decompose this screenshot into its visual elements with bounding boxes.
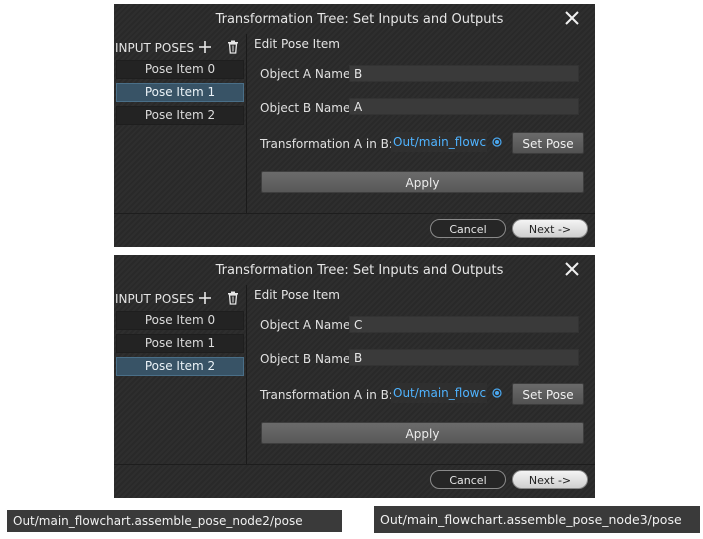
set-pose-button[interactable]: Set Pose xyxy=(512,132,584,154)
footer-divider xyxy=(114,464,595,465)
transformation-dialog-1: Transformation Tree: Set Inputs and Outp… xyxy=(114,4,595,247)
next-button[interactable]: Next -> xyxy=(512,470,588,489)
path-tooltip-node2: Out/main_flowchart.assemble_pose_node2/p… xyxy=(7,510,342,532)
object-a-input[interactable]: B xyxy=(349,65,579,82)
object-b-input[interactable]: B xyxy=(349,349,579,366)
object-a-label: Object A Name: xyxy=(260,67,355,81)
dialog-title: Transformation Tree: Set Inputs and Outp… xyxy=(215,12,504,27)
apply-button[interactable]: Apply xyxy=(261,422,584,444)
set-pose-button[interactable]: Set Pose xyxy=(512,383,584,405)
object-b-label: Object B Name: xyxy=(260,101,355,115)
transform-path-field[interactable]: Out/main_flowchart.assemble_pose_node3/p… xyxy=(391,383,487,403)
pose-list: Pose Item 0 Pose Item 1 Pose Item 2 xyxy=(116,311,244,380)
input-poses-header: INPUT POSES xyxy=(114,287,246,309)
transform-label: Transformation A in B: xyxy=(260,137,393,151)
title-bar: Transformation Tree: Set Inputs and Outp… xyxy=(114,4,595,34)
object-a-input[interactable]: C xyxy=(349,316,579,333)
cancel-button[interactable]: Cancel xyxy=(430,219,506,238)
input-poses-panel: INPUT POSES Pose Item 0 Pose Item 1 Pose… xyxy=(114,34,247,214)
input-poses-label: INPUT POSES xyxy=(115,292,195,306)
object-b-input[interactable]: A xyxy=(349,98,579,115)
next-button[interactable]: Next -> xyxy=(512,219,588,238)
pose-item-2[interactable]: Pose Item 2 xyxy=(116,357,244,376)
close-icon[interactable] xyxy=(563,9,581,27)
input-poses-panel: INPUT POSES Pose Item 0 Pose Item 1 Pose… xyxy=(114,285,247,465)
footer-divider xyxy=(114,213,595,214)
transform-path-field[interactable]: Out/main_flowchart.assemble_pose_node2/p… xyxy=(391,132,487,152)
transform-label: Transformation A in B: xyxy=(260,388,393,402)
cancel-button[interactable]: Cancel xyxy=(430,470,506,489)
edit-pose-panel: Edit Pose Item Object A Name: C Object B… xyxy=(248,285,595,465)
pose-item-1[interactable]: Pose Item 1 xyxy=(116,83,244,102)
radio-selected-icon[interactable] xyxy=(492,137,502,147)
pose-item-0[interactable]: Pose Item 0 xyxy=(116,311,244,330)
trash-icon[interactable] xyxy=(225,290,241,306)
pose-item-1[interactable]: Pose Item 1 xyxy=(116,334,244,353)
input-poses-label: INPUT POSES xyxy=(115,41,195,55)
close-icon[interactable] xyxy=(563,260,581,278)
pose-item-2[interactable]: Pose Item 2 xyxy=(116,106,244,125)
transformation-dialog-2: Transformation Tree: Set Inputs and Outp… xyxy=(114,255,595,498)
plus-icon[interactable] xyxy=(197,290,213,306)
trash-icon[interactable] xyxy=(225,39,241,55)
path-tooltip-node3: Out/main_flowchart.assemble_pose_node3/p… xyxy=(374,506,700,533)
object-a-label: Object A Name: xyxy=(260,318,355,332)
object-b-label: Object B Name: xyxy=(260,352,355,366)
edit-pose-title: Edit Pose Item xyxy=(254,37,340,51)
edit-pose-panel: Edit Pose Item Object A Name: B Object B… xyxy=(248,34,595,214)
dialog-title: Transformation Tree: Set Inputs and Outp… xyxy=(215,263,504,278)
radio-selected-icon[interactable] xyxy=(492,388,502,398)
pose-list: Pose Item 0 Pose Item 1 Pose Item 2 xyxy=(116,60,244,129)
input-poses-header: INPUT POSES xyxy=(114,36,246,58)
pose-item-0[interactable]: Pose Item 0 xyxy=(116,60,244,79)
plus-icon[interactable] xyxy=(197,39,213,55)
apply-button[interactable]: Apply xyxy=(261,171,584,193)
title-bar: Transformation Tree: Set Inputs and Outp… xyxy=(114,255,595,285)
edit-pose-title: Edit Pose Item xyxy=(254,288,340,302)
